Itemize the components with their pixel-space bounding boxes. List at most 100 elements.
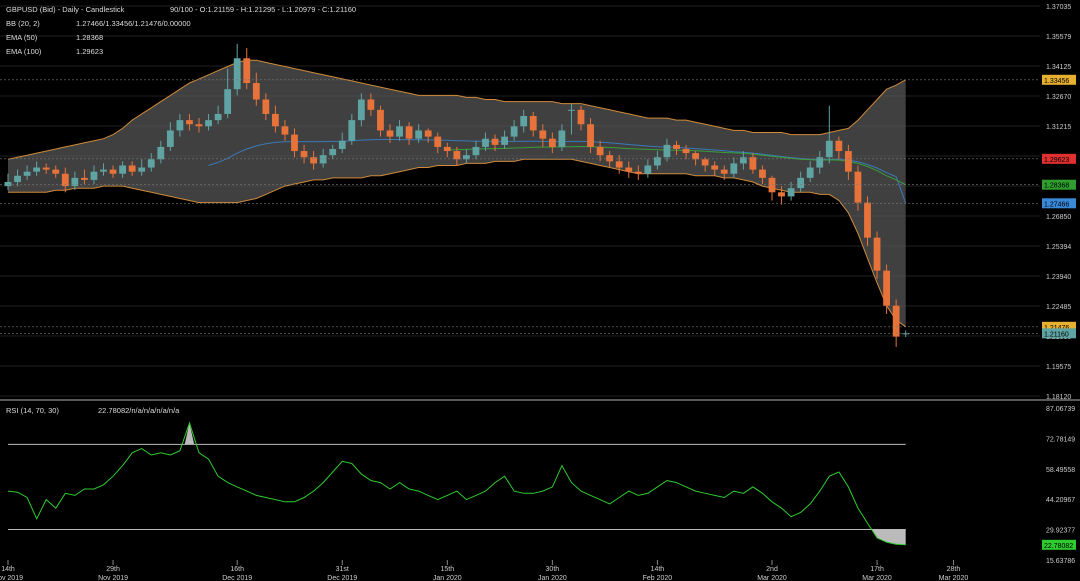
candle-body (577, 109, 585, 125)
candle-body (548, 138, 556, 147)
bollinger-bands (7, 59, 906, 328)
date-tick-day: 29th (106, 566, 120, 573)
bollinger-fill (8, 60, 906, 327)
date-tick-month: Dec 2019 (222, 575, 252, 581)
price-tick-label: 1.22485 (1046, 304, 1071, 311)
symbol-title: GBPUSD (Bid) - Daily - Candlestick (6, 5, 125, 14)
candle-body (654, 157, 661, 166)
rsi-value: 22.78082/n/a/n/a/n/a/n/a (98, 406, 180, 415)
candle-body (424, 130, 432, 137)
candle-body (367, 99, 375, 110)
candle-body (33, 167, 41, 172)
ema50-value: 1.28368 (76, 33, 103, 42)
date-tick-day: 17th (870, 566, 884, 573)
candle-body (625, 167, 633, 172)
price-tag-text: 1.28368 (1044, 183, 1069, 190)
candle-body (443, 146, 451, 152)
candle-body (778, 192, 785, 197)
price-tick-label: 1.23940 (1046, 274, 1071, 281)
price-tick-label: 1.31215 (1046, 124, 1071, 131)
rsi-tick-label: 87.06739 (1046, 406, 1075, 413)
rsi-header: RSI (14, 70, 30) 22.78082/n/a/n/a/n/a/n/… (6, 406, 180, 415)
candle-body (42, 167, 50, 170)
candle-body (243, 58, 251, 84)
date-tick-day: 15th (440, 566, 454, 573)
date-tick-day: 16th (230, 566, 244, 573)
price-tag-text: 1.33456 (1044, 78, 1069, 85)
candle-body (539, 130, 547, 139)
candle-body (128, 165, 136, 172)
date-tick-day: 30th (546, 566, 560, 573)
candle-body (797, 177, 805, 189)
candle-body (644, 165, 652, 174)
date-tick-day: 28th (947, 566, 961, 573)
chart-canvas: 1.370351.355791.341251.326701.312151.297… (0, 4, 1080, 581)
candle-body (4, 181, 12, 187)
candle-body (338, 140, 346, 149)
candle-body (52, 169, 60, 174)
candle-body (195, 124, 203, 127)
candle-body (806, 167, 814, 178)
candle-body (520, 116, 528, 127)
candle-body (81, 177, 88, 180)
candle-body (835, 140, 843, 152)
price-tick-label: 1.37035 (1046, 4, 1071, 11)
candle-body (730, 163, 738, 174)
date-tick-day: 14th (651, 566, 665, 573)
candle-body (357, 99, 365, 121)
candle-body (147, 159, 155, 168)
price-tick-label: 1.19575 (1046, 364, 1071, 371)
bb-value: 1.27466/1.33456/1.21476/0.00000 (76, 19, 191, 28)
price-tag-text: 1.29623 (1044, 157, 1069, 164)
bb-label: BB (20, 2) (6, 19, 40, 28)
rsi-tick-label: 58.49558 (1046, 467, 1075, 474)
chart-header: GBPUSD (Bid) - Daily - Candlestick 90/10… (6, 5, 356, 56)
candle-body (768, 177, 776, 193)
candle-body (663, 144, 671, 158)
date-axis[interactable]: 14th Nov 2019 29th Nov 2019 16th Dec 2019 31st… (0, 560, 968, 581)
candle-body (568, 109, 575, 111)
candle-body (100, 169, 107, 172)
price-tick-label: 1.26850 (1046, 214, 1071, 221)
candle-body (205, 120, 212, 127)
candle-body (615, 161, 623, 168)
date-tick-month: Nov 2019 (0, 575, 23, 581)
candle-body (119, 165, 126, 174)
candle-body (14, 175, 21, 182)
price-tick-label: 1.32670 (1046, 94, 1071, 101)
candle-body (214, 113, 222, 121)
candle-body (558, 130, 566, 147)
candle-body (396, 126, 403, 137)
date-tick-month: Mar 2020 (862, 575, 892, 581)
candle-body (892, 305, 900, 337)
candle-body (61, 173, 69, 187)
candle-body (415, 130, 423, 139)
date-tick-day: 2nd (766, 566, 778, 573)
candle-body (845, 151, 852, 172)
candle-body (692, 153, 699, 160)
ema50-label: EMA (50) (6, 33, 38, 42)
candle-body (854, 171, 862, 203)
ohlc-readout: 90/100 - O:1.21159 - H:1.21295 - L:1.209… (170, 5, 356, 14)
price-tick-label: 1.25394 (1046, 244, 1071, 251)
ema100-value: 1.29623 (76, 47, 103, 56)
date-tick-month: Nov 2019 (98, 575, 128, 581)
rsi-tick-label: 15.63786 (1046, 558, 1075, 565)
ema100-label: EMA (100) (6, 47, 42, 56)
date-tick-month: Jan 2020 (433, 575, 462, 581)
price-tick-label: 1.34125 (1046, 64, 1071, 71)
candle-body (224, 89, 232, 114)
candle-body (281, 126, 289, 135)
candle-body (386, 130, 394, 137)
candle-body (329, 148, 337, 156)
candle-body (109, 169, 117, 174)
candle-body (682, 148, 690, 154)
candle-body (510, 126, 518, 137)
candle-body (864, 202, 871, 238)
rsi-label: RSI (14, 70, 30) (6, 406, 59, 415)
price-tag-text: 1.27466 (1044, 201, 1069, 208)
price-tag-text: 1.21160 (1044, 331, 1069, 338)
rsi-tick-label: 72.78149 (1046, 436, 1075, 443)
candle-body (262, 99, 270, 114)
date-tick-day: 31st (336, 566, 349, 573)
